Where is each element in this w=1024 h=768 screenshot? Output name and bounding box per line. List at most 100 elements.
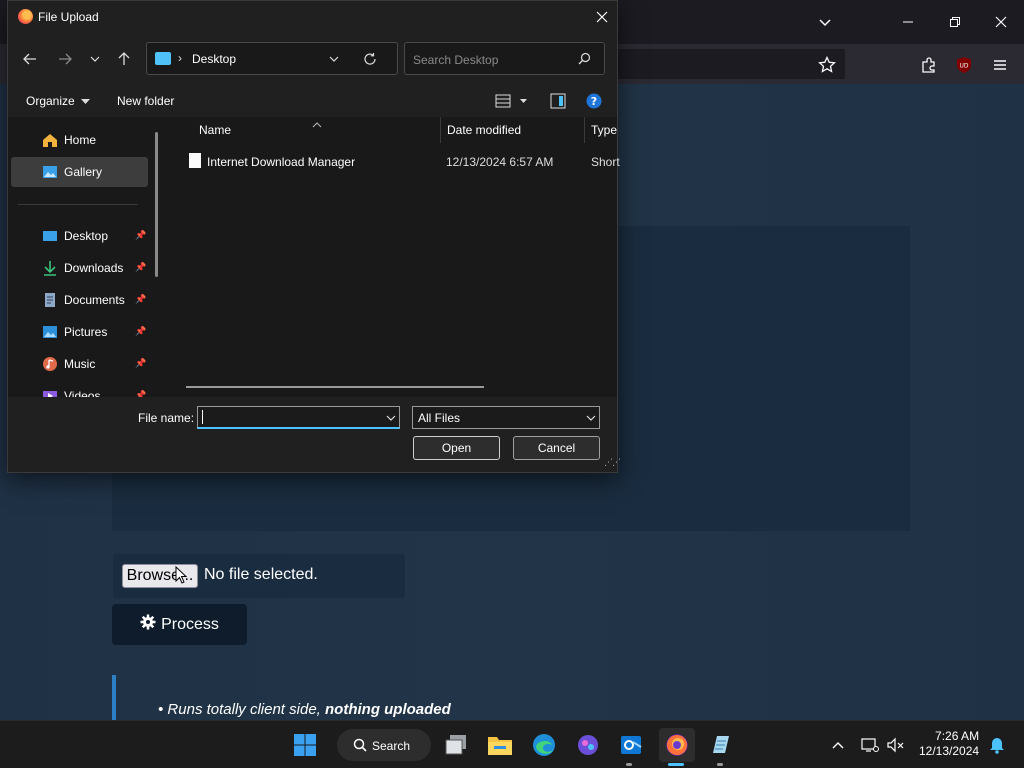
column-header-date-modified[interactable]: Date modified (447, 123, 521, 137)
process-button[interactable]: Process (112, 604, 247, 645)
sidebar-item-desktop[interactable]: Desktop 📌 (11, 221, 148, 251)
help-icon[interactable]: ? (586, 93, 602, 112)
open-button[interactable]: Open (413, 436, 500, 460)
bullet-bold: nothing uploaded (325, 701, 451, 718)
outlook-icon[interactable] (615, 729, 647, 761)
sidebar-item-label: Desktop (64, 229, 109, 243)
pin-icon: 📌 (135, 390, 147, 397)
search-box[interactable]: Search Desktop (404, 42, 605, 75)
command-bar: Organize New folder ? (8, 85, 617, 117)
file-type: Short (591, 155, 620, 169)
notepad-icon[interactable] (704, 729, 736, 761)
taskbar: Search 7:26 AM 12/13/2024 (0, 720, 1024, 768)
search-placeholder: Search Desktop (413, 53, 499, 67)
pin-icon: 📌 (135, 358, 147, 368)
ublock-icon[interactable]: UD (951, 52, 977, 78)
sidebar-item-label: Downloads (64, 261, 124, 275)
file-name-dropdown-icon[interactable] (386, 412, 396, 426)
cancel-button[interactable]: Cancel (513, 436, 600, 460)
column-divider[interactable] (440, 117, 441, 143)
desktop-icon (42, 228, 58, 244)
menu-icon[interactable] (987, 52, 1013, 78)
sidebar-item-gallery[interactable]: Gallery (11, 157, 148, 187)
sidebar-item-downloads[interactable]: Downloads 📌 (11, 253, 148, 283)
file-row[interactable]: Internet Download Manager 12/13/2024 6:5… (186, 151, 620, 173)
firefox-icon (18, 9, 33, 24)
sidebar-scrollbar[interactable] (155, 132, 158, 277)
firefox-taskbar-icon[interactable] (661, 729, 693, 761)
taskbar-search[interactable]: Search (337, 729, 431, 761)
new-folder-button[interactable]: New folder (117, 94, 174, 108)
no-file-text: No file selected. (204, 566, 318, 583)
task-view-icon[interactable] (440, 729, 472, 761)
extensions-icon[interactable] (916, 52, 942, 78)
documents-icon (42, 292, 58, 308)
pictures-icon (42, 324, 58, 340)
recent-locations-icon[interactable] (83, 47, 107, 71)
start-icon[interactable] (289, 729, 321, 761)
file-name: Internet Download Manager (207, 155, 356, 169)
notification-bell-icon[interactable] (981, 729, 1013, 761)
sidebar-item-label: Pictures (64, 325, 108, 339)
organize-label: Organize (26, 94, 75, 108)
hidden-icons-chevron-icon[interactable] (822, 729, 854, 761)
copilot-app-icon[interactable] (572, 729, 604, 761)
refresh-icon[interactable] (363, 52, 377, 69)
sidebar-item-videos[interactable]: Videos 📌 (11, 381, 148, 397)
file-type-value: All Files (418, 411, 461, 425)
file-upload-dialog: File Upload › Desktop Search Desktop Org… (7, 0, 621, 473)
organize-caret-icon (81, 99, 91, 104)
pin-icon: 📌 (135, 294, 147, 304)
address-dropdown-icon[interactable] (328, 53, 340, 68)
file-date: 12/13/2024 6:57 AM (446, 155, 554, 169)
sidebar-divider (18, 204, 138, 205)
sidebar-item-label: Music (64, 357, 96, 371)
back-icon[interactable] (18, 47, 42, 71)
edge-icon[interactable] (528, 729, 560, 761)
organize-button[interactable]: Organize (26, 94, 91, 108)
pin-icon: 📌 (135, 326, 147, 336)
horizontal-scrollbar[interactable] (186, 386, 484, 388)
column-header-name[interactable]: Name (199, 123, 231, 137)
up-icon[interactable] (112, 47, 136, 71)
preview-pane-icon[interactable] (550, 93, 566, 112)
mouse-cursor-icon (175, 565, 188, 587)
bookmark-star-icon[interactable] (814, 52, 840, 78)
column-header-type[interactable]: Type (591, 123, 617, 137)
sidebar-item-label: Gallery (64, 165, 103, 179)
file-name-input[interactable] (197, 406, 400, 429)
volume-muted-icon[interactable] (880, 729, 912, 761)
breadcrumb-location[interactable]: Desktop (192, 52, 236, 66)
restore-icon[interactable] (940, 8, 970, 36)
breadcrumb-chevron-icon[interactable]: › (178, 51, 182, 65)
column-divider[interactable] (584, 117, 585, 143)
dialog-close-icon[interactable] (592, 7, 612, 27)
url-bar[interactable] (600, 49, 845, 79)
file-list: Name Date modified Type Internet Downloa… (168, 117, 620, 397)
quote-bar (112, 675, 116, 720)
videos-icon (42, 388, 58, 397)
process-label: Process (161, 615, 219, 633)
forward-icon[interactable] (53, 47, 77, 71)
minimize-icon[interactable] (893, 8, 923, 36)
search-icon[interactable] (578, 52, 591, 68)
view-menu-icon[interactable] (495, 94, 527, 111)
home-icon (42, 132, 58, 148)
file-type-select[interactable]: All Files (412, 406, 600, 429)
system-clock[interactable]: 7:26 AM 12/13/2024 (919, 729, 979, 759)
address-bar[interactable]: › Desktop (146, 42, 398, 75)
dialog-titlebar: File Upload (8, 1, 617, 33)
list-all-tabs-icon[interactable] (810, 8, 840, 36)
sidebar-item-music[interactable]: Music 📌 (11, 349, 148, 379)
music-icon (42, 356, 58, 372)
search-icon (353, 738, 367, 755)
feature-bullet: • Runs totally client side, nothing uplo… (158, 701, 451, 718)
sidebar-item-pictures[interactable]: Pictures 📌 (11, 317, 148, 347)
file-explorer-icon[interactable] (484, 729, 516, 761)
running-indicator (717, 763, 723, 766)
window-close-icon[interactable] (986, 8, 1016, 36)
sidebar-item-documents[interactable]: Documents 📌 (11, 285, 148, 315)
sidebar-item-home[interactable]: Home (11, 125, 148, 155)
downloads-icon (42, 260, 58, 276)
resize-grip-icon[interactable]: ⋰⋰ (604, 457, 621, 468)
